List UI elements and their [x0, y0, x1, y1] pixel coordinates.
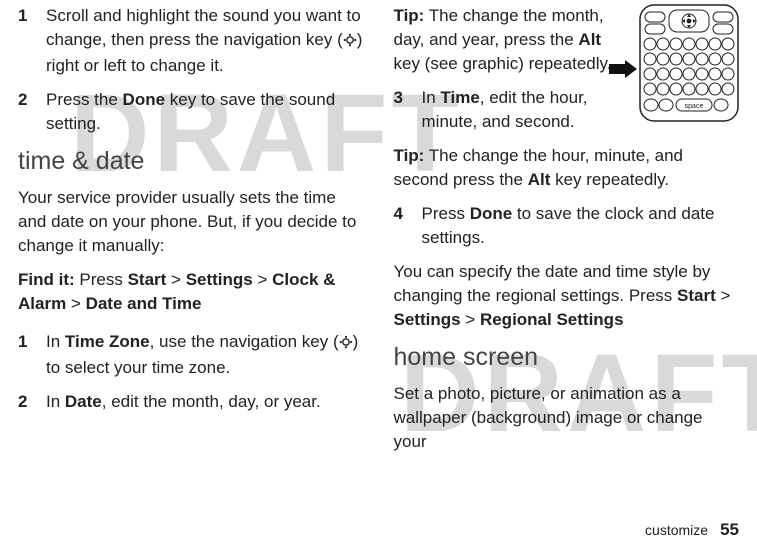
text: key repeatedly. [550, 170, 669, 189]
gt: > [253, 270, 268, 289]
nav-key-icon [339, 332, 353, 356]
text: , edit the month, day, or year. [102, 392, 321, 411]
step-number: 4 [394, 202, 408, 250]
done-key-label: Done [470, 204, 513, 223]
timezone-label: Time Zone [65, 332, 150, 351]
gt: > [66, 294, 81, 313]
text: In [422, 88, 441, 107]
step-4-done: 4 Press Done to save the clock and date … [394, 202, 740, 250]
path-start: Start [677, 286, 716, 305]
step-2-done: 2 Press the Done key to save the sound s… [18, 88, 364, 136]
nav-key-icon [343, 30, 357, 54]
page-number: 55 [720, 520, 739, 539]
done-key-label: Done [123, 90, 166, 109]
text: The change the month, day, and year, pre… [394, 6, 604, 49]
regional-settings-paragraph: You can specify the date and time style … [394, 260, 740, 332]
alt-key-label: Alt [578, 30, 601, 49]
tip-label: Tip: [394, 6, 425, 25]
text: Press [75, 270, 128, 289]
path-settings: Settings [186, 270, 253, 289]
path-start: Start [128, 270, 167, 289]
step-number: 1 [18, 330, 32, 380]
step-2-date: 2 In Date, edit the month, day, or year. [18, 390, 364, 414]
text: Press the [46, 90, 123, 109]
step-body: Scroll and highlight the sound you want … [46, 4, 364, 78]
gt: > [166, 270, 181, 289]
step-body: In Date, edit the month, day, or year. [46, 390, 364, 414]
date-label: Date [65, 392, 102, 411]
step-3-time: 3 In Time, edit the hour, minute, and se… [394, 86, 620, 134]
step-body: Press Done to save the clock and date se… [422, 202, 740, 250]
text: Scroll and highlight the sound you want … [46, 6, 361, 49]
path-regional-settings: Regional Settings [480, 310, 624, 329]
tip-label: Tip: [394, 146, 425, 165]
left-column: 1 Scroll and highlight the sound you wan… [18, 4, 364, 464]
step-1-timezone: 1 In Time Zone, use the navigation key (… [18, 330, 364, 380]
arrow-icon [609, 60, 637, 83]
tip-hour-minute-second: Tip: The change the hour, minute, and se… [394, 144, 740, 192]
page-footer: customize 55 [645, 520, 739, 540]
time-label: Time [440, 88, 479, 107]
text: You can specify the date and time style … [394, 262, 711, 305]
path-date-time: Date and Time [86, 294, 202, 313]
gt: > [716, 286, 731, 305]
text: , use the navigation key ( [150, 332, 339, 351]
gt: > [461, 310, 476, 329]
space-key-label: space [685, 103, 704, 110]
find-it-label: Find it: [18, 270, 75, 289]
heading-time-date: time & date [18, 146, 364, 176]
step-1-sound: 1 Scroll and highlight the sound you wan… [18, 4, 364, 78]
tip-month-day-year: Tip: The change the month, day, and year… [394, 4, 620, 76]
home-screen-intro: Set a photo, picture, or animation as a … [394, 382, 740, 454]
step-number: 2 [18, 390, 32, 414]
step-number: 2 [18, 88, 32, 136]
text: In [46, 392, 65, 411]
heading-home-screen: home screen [394, 342, 740, 372]
alt-key-label: Alt [528, 170, 551, 189]
step-body: In Time Zone, use the navigation key () … [46, 330, 364, 380]
step-number: 3 [394, 86, 408, 134]
keypad-graphic: space [639, 4, 739, 127]
path-settings: Settings [394, 310, 461, 329]
right-column: space Tip: The change the month, day, an… [394, 4, 740, 464]
find-it-path: Find it: Press Start > Settings > Clock … [18, 268, 364, 316]
step-body: In Time, edit the hour, minute, and seco… [422, 86, 620, 134]
section-name: customize [645, 522, 708, 538]
time-date-intro: Your service provider usually sets the t… [18, 186, 364, 258]
step-number: 1 [18, 4, 32, 78]
text: Press [422, 204, 470, 223]
text: key (see graphic) repeatedly. [394, 54, 612, 73]
text: In [46, 332, 65, 351]
step-body: Press the Done key to save the sound set… [46, 88, 364, 136]
